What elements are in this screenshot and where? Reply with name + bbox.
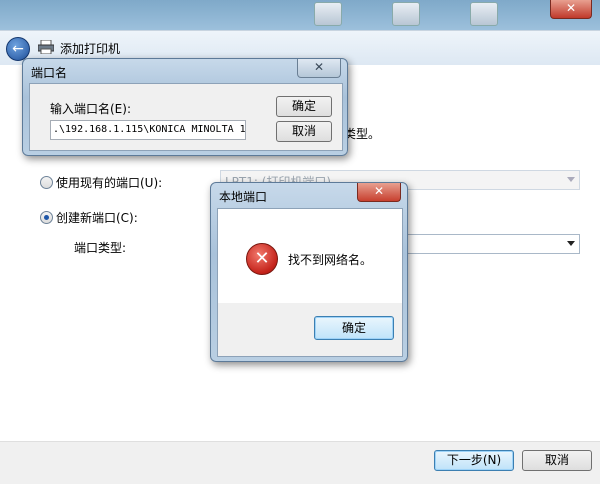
next-button[interactable]: 下一步(N)	[434, 450, 514, 471]
desktop-file-icon[interactable]	[470, 2, 498, 26]
chevron-down-icon	[567, 177, 575, 182]
dialog-title: 本地端口	[219, 190, 268, 204]
port-name-dialog: 端口名 ✕ 输入端口名(E): .\192.168.1.115\KONICA M…	[22, 58, 348, 156]
cancel-button[interactable]: 取消	[522, 450, 592, 471]
desktop-file-icon[interactable]	[392, 2, 420, 26]
cancel-button[interactable]: 取消	[276, 121, 332, 142]
desktop-file-icon[interactable]	[314, 2, 342, 26]
dialog-title: 端口名	[31, 66, 68, 80]
close-button[interactable]: ✕	[297, 59, 341, 78]
create-new-port-label: 创建新端口(C):	[56, 211, 138, 225]
wizard-title: 添加打印机	[60, 42, 121, 56]
port-name-input[interactable]: .\192.168.1.115\KONICA MINOLTA 16	[50, 120, 246, 140]
desktop-background: ✕	[0, 0, 600, 30]
port-name-prompt: 输入端口名(E):	[50, 102, 131, 116]
dialog-body: 输入端口名(E): .\192.168.1.115\KONICA MINOLTA…	[29, 83, 343, 151]
error-icon: ✕	[246, 243, 278, 275]
use-existing-port-label: 使用现有的端口(U):	[56, 176, 163, 190]
message-area: ✕ 找不到网络名。	[218, 209, 402, 303]
error-message: 找不到网络名。	[288, 253, 373, 267]
printer-icon	[38, 40, 54, 54]
ok-button[interactable]: 确定	[314, 316, 394, 340]
wizard-footer: 下一步(N) 取消	[0, 441, 600, 484]
port-type-label: 端口类型:	[74, 241, 127, 255]
close-button[interactable]: ✕	[357, 183, 401, 202]
use-existing-port-radio[interactable]	[40, 176, 53, 189]
partial-heading-text: 类型。	[344, 127, 381, 141]
dialog-body: ✕ 找不到网络名。 确定	[217, 208, 403, 357]
ok-button[interactable]: 确定	[276, 96, 332, 117]
create-new-port-radio[interactable]	[40, 211, 53, 224]
chevron-down-icon	[567, 241, 575, 246]
window-close-button[interactable]: ✕	[550, 0, 592, 19]
error-dialog: 本地端口 ✕ ✕ 找不到网络名。 确定	[210, 182, 408, 362]
